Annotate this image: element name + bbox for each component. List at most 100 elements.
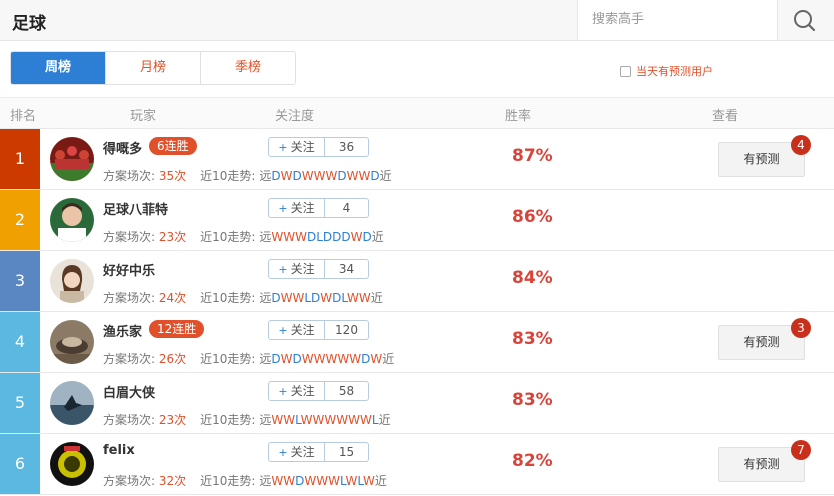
follower-count: 4 [342,201,351,215]
player-name[interactable]: 渔乐家 [103,321,142,340]
plan-label: 方案场次: [103,230,156,244]
streak-badge: 6连胜 [149,137,197,155]
plus-icon: + [278,385,288,398]
follow-widget: + 关注 58 [268,381,369,401]
trend-sequence: 远DWDWWWWWDW近 [259,352,395,366]
search-input[interactable] [592,0,772,38]
search-button[interactable] [779,0,834,40]
trend-sequence: 远DWWLDWDLWW近 [259,291,383,305]
player-name[interactable]: 得嘅多 [103,138,142,157]
follower-count: 34 [338,262,355,276]
player-stats: 方案场次: 26次 近10走势: 远DWDWWWWWDW近 [103,350,394,367]
trend-label: 近10走势: [200,230,256,244]
follow-button[interactable]: + 关注 [269,138,325,156]
follower-count: 58 [338,384,355,398]
plan-label: 方案场次: [103,352,156,366]
avatar[interactable] [50,137,94,181]
player-name[interactable]: felix [103,443,135,458]
toolbar: 周榜 月榜 季榜 当天有预测用户 [0,41,834,98]
prediction-count-badge: 7 [791,440,811,460]
trend-sequence: 远WWWDLDDDWD近 [259,230,384,244]
avatar[interactable] [50,320,94,364]
trend-label: 近10走势: [200,352,256,366]
plan-count: 35次 [158,169,187,183]
col-winrate: 胜率 [505,109,532,124]
rank-number: 2 [0,190,40,250]
tab-weekly[interactable]: 周榜 [11,52,106,84]
win-rate: 84% [512,268,553,288]
follow-button[interactable]: + 关注 [269,260,325,278]
period-tabs: 周榜 月榜 季榜 [10,51,296,85]
tab-season[interactable]: 季榜 [201,52,295,84]
plan-count: 32次 [158,474,187,488]
player-stats: 方案场次: 23次 近10走势: 远WWWDLDDDWD近 [103,228,384,245]
follow-button[interactable]: + 关注 [269,321,325,339]
top-header: 足球 [0,0,834,41]
win-rate: 83% [512,329,553,349]
search-box[interactable] [577,0,778,40]
col-rank: 排名 [10,109,37,124]
plus-icon: + [278,324,288,337]
col-view: 查看 [712,109,739,124]
player-name[interactable]: 好好中乐 [103,260,155,279]
prediction-count-badge: 3 [791,318,811,338]
table-header: 排名 玩家 关注度 胜率 查看 [0,98,834,129]
col-player: 玩家 [130,109,157,124]
rank-number: 5 [0,373,40,433]
prediction-count-badge: 4 [791,135,811,155]
win-rate: 87% [512,146,553,166]
plan-label: 方案场次: [103,169,156,183]
player-stats: 方案场次: 23次 近10走势: 远WWLWWWWWWL近 [103,411,391,428]
avatar[interactable] [50,442,94,486]
rank-number: 1 [0,129,40,189]
follow-button[interactable]: + 关注 [269,443,325,461]
ranking-row: 5 白眉大侠 方案场次: 23次 近10走势: 远WWLWWWWWWL近 + 关注 58 83… [0,373,834,434]
player-name[interactable]: 足球八菲特 [103,199,168,218]
avatar[interactable] [50,198,94,242]
player-name[interactable]: 白眉大侠 [103,382,155,401]
search-icon [794,10,816,32]
ranking-row: 2 足球八菲特方案场次: 23次 近10走势: 远WWWDLDDDWD近 + 关注 4 86… [0,190,834,251]
plus-icon: + [278,446,288,459]
trend-label: 近10走势: [200,291,256,305]
player-stats: 方案场次: 24次 近10走势: 远DWWLDWDLWW近 [103,289,383,306]
win-rate: 86% [512,207,553,227]
avatar[interactable] [50,381,94,425]
follower-count: 15 [338,445,355,459]
rank-number: 4 [0,312,40,372]
follower-count: 36 [338,140,355,154]
follow-button[interactable]: + 关注 [269,199,325,217]
follower-count: 120 [335,323,358,337]
streak-badge: 12连胜 [149,320,205,338]
avatar[interactable] [50,259,94,303]
tab-monthly[interactable]: 月榜 [106,52,201,84]
follow-widget: + 关注 34 [268,259,369,279]
page-title: 足球 [12,14,46,34]
trend-sequence: 远WWDWWWLWLW近 [259,474,387,488]
follow-button[interactable]: + 关注 [269,382,325,400]
plan-label: 方案场次: [103,413,156,427]
win-rate: 82% [512,451,553,471]
trend-label: 近10走势: [200,413,256,427]
filter-checkbox[interactable] [620,65,631,77]
plan-count: 24次 [158,291,187,305]
today-predict-filter[interactable]: 当天有预测用户 [620,63,713,79]
plan-label: 方案场次: [103,291,156,305]
player-stats: 方案场次: 35次 近10走势: 远DWDWWWDWWD近 [103,167,392,184]
rank-number: 6 [0,434,40,494]
plan-count: 23次 [158,413,187,427]
follow-widget: + 关注 15 [268,442,369,462]
plus-icon: + [278,202,288,215]
rank-number: 3 [0,251,40,311]
follow-widget: + 关注 120 [268,320,369,340]
plan-count: 26次 [158,352,187,366]
ranking-row: 3 好好中乐方案场次: 24次 近10走势: 远DWWLDWDLWW近 + 关注 34 84… [0,251,834,312]
follow-widget: + 关注 4 [268,198,369,218]
plan-count: 23次 [158,230,187,244]
plus-icon: + [278,263,288,276]
filter-label: 当天有预测用户 [636,65,713,78]
plus-icon: + [278,141,288,154]
col-attention: 关注度 [275,109,315,124]
trend-sequence: 远WWLWWWWWWL近 [259,413,391,427]
player-stats: 方案场次: 32次 近10走势: 远WWDWWWLWLW近 [103,472,387,489]
